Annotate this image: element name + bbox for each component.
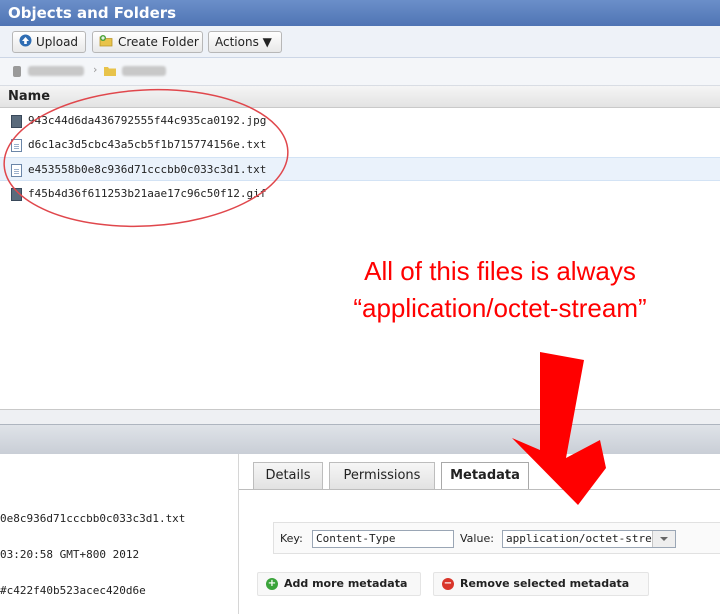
create-folder-label: Create Folder [118,35,199,49]
value-select[interactable]: application/octet-stream [502,530,676,548]
file-name: d6c1ac3d5cbc43a5cb5f1b715774156e.txt [28,138,267,151]
breadcrumb: › [0,58,720,86]
plus-icon: + [266,578,278,590]
file-name: 943c44d6da436792555f44c935ca0192.jpg [28,114,267,127]
new-folder-icon [99,33,114,53]
folder-icon [103,65,117,80]
image-file-icon [11,188,22,201]
breadcrumb-bucket[interactable] [28,66,84,76]
key-input[interactable]: Content-Type [312,530,454,548]
add-metadata-button[interactable]: + Add more metadata [257,572,421,596]
metadata-row: Key: Content-Type Value: application/oct… [273,522,720,554]
image-file-icon [11,115,22,128]
remove-metadata-label: Remove selected metadata [460,577,630,590]
value-label: Value: [460,532,494,545]
bucket-icon [12,65,22,81]
tab-permissions[interactable]: Permissions [329,462,435,489]
object-details-panel: 0e8c936d71cccbb0c033c3d1.txt 03:20:58 GM… [0,454,238,614]
panel-title: Objects and Folders [0,0,720,26]
key-label: Key: [280,532,303,545]
breadcrumb-separator: › [93,63,98,76]
panel-gap [0,410,720,424]
upload-icon [19,33,32,53]
upload-label: Upload [36,35,79,49]
remove-metadata-button[interactable]: − Remove selected metadata [433,572,649,596]
breadcrumb-folder[interactable] [122,66,166,76]
minus-icon: − [442,578,454,590]
details-header-bar [0,424,720,454]
actions-dropdown[interactable]: Actions ▼ [208,31,282,53]
text-file-icon [11,164,22,177]
annotation-line-2: “application/octet-stream” [353,293,647,323]
value-select-text: application/octet-stream [506,532,665,545]
file-row[interactable]: d6c1ac3d5cbc43a5cb5f1b715774156e.txt [0,133,720,157]
file-row[interactable]: 943c44d6da436792555f44c935ca0192.jpg [0,109,720,133]
annotation-line-1: All of this files is always [364,256,636,286]
create-folder-button[interactable]: Create Folder [92,31,203,53]
name-column-header[interactable]: Name [0,86,720,108]
object-name-value: 0e8c936d71cccbb0c033c3d1.txt [0,512,186,525]
tab-details[interactable]: Details [253,462,323,489]
last-modified-value: 03:20:58 GMT+800 2012 [0,548,140,561]
add-metadata-label: Add more metadata [284,577,408,590]
file-name: f45b4d36f611253b21aae17c96c50f12.gif [28,187,267,200]
file-name: e453558b0e8c936d71cccbb0c033c3d1.txt [28,163,267,176]
toolbar: Upload Create Folder Actions ▼ [0,26,720,58]
actions-label: Actions ▼ [215,35,272,49]
text-file-icon [11,139,22,152]
file-row[interactable]: f45b4d36f611253b21aae17c96c50f12.gif [0,182,720,206]
etag-value: #c422f40b523acec420d6e [0,584,146,597]
tab-metadata[interactable]: Metadata [441,462,529,490]
chevron-down-icon[interactable] [652,531,675,547]
tab-divider [239,489,720,490]
file-row-selected[interactable]: e453558b0e8c936d71cccbb0c033c3d1.txt [0,157,720,181]
upload-button[interactable]: Upload [12,31,86,53]
properties-panel: Details Permissions Metadata Key: Conten… [238,454,720,614]
